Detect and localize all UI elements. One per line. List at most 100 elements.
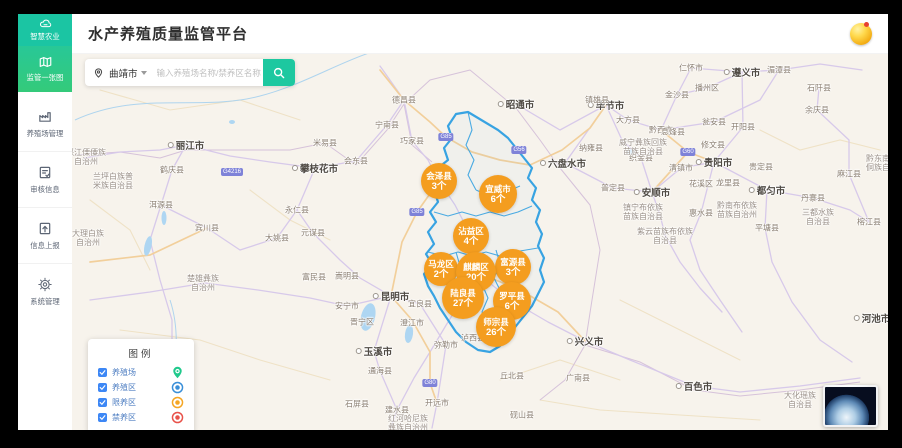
map-label: 贵定县 bbox=[749, 162, 773, 173]
map-label: 嵩明县 bbox=[335, 271, 359, 282]
district-marker[interactable]: 会泽县 3个 bbox=[421, 163, 457, 199]
map-label: 富民县 bbox=[302, 272, 326, 283]
map-label: 巧家县 bbox=[400, 136, 424, 147]
legend-checkbox[interactable] bbox=[98, 383, 107, 392]
district-marker[interactable]: 陆良县 27个 bbox=[442, 277, 484, 319]
map-label: 砚山县 bbox=[510, 410, 534, 421]
sidebar: 智慧农业 监管一张图 养殖场管理 审核信息 信息上报 系统管理 bbox=[18, 14, 72, 430]
sidebar-item-label: 信息上报 bbox=[30, 240, 59, 250]
restricted-zone-ring-icon bbox=[171, 396, 184, 409]
legend-checkbox[interactable] bbox=[98, 398, 107, 407]
map-label: 楚雄彝族自治州 bbox=[187, 274, 219, 292]
map-label: 威宁彝族回族苗族自治县 bbox=[619, 138, 667, 156]
district-marker[interactable]: 师宗县 26个 bbox=[476, 307, 516, 347]
search-input[interactable] bbox=[155, 67, 263, 79]
sidebar-item-audit-info[interactable]: 审核信息 bbox=[18, 151, 72, 207]
sidebar-item-supervision-map[interactable]: 监管一张图 bbox=[18, 46, 72, 92]
map-label: 丹寨县 bbox=[801, 193, 825, 204]
map-label: 瓮安县 bbox=[702, 117, 726, 128]
map-canvas[interactable]: 昭通市丽江市攀枝花市六盘水市毕节市遵义市贵阳市安顺市都匀市昆明市玉溪市临沧市兴义… bbox=[72, 54, 888, 430]
map-label: 花溪区 bbox=[689, 179, 713, 190]
map-icon bbox=[38, 55, 53, 69]
user-avatar[interactable] bbox=[850, 23, 872, 45]
map-label: 怒江傈僳族自治州 bbox=[72, 148, 106, 166]
map-label: 安宁市 bbox=[335, 301, 359, 312]
legend-item-aquaculture-zone: 养殖区 bbox=[98, 380, 184, 395]
map-label: 兰坪白族普米族自治县 bbox=[93, 172, 133, 190]
map-label: 普定县 bbox=[601, 183, 625, 194]
marker-count: 27个 bbox=[453, 298, 473, 309]
map-label: 麻江县 bbox=[837, 169, 861, 180]
map-label: 大理白族自治州 bbox=[72, 229, 104, 247]
district-marker[interactable]: 宣威市 6个 bbox=[479, 175, 517, 213]
screenshot-frame: 水产养殖质量监管平台 bbox=[0, 0, 902, 448]
city-selector[interactable]: 曲靖市 bbox=[109, 66, 147, 80]
search-icon bbox=[272, 66, 286, 80]
map-label: 纳雍县 bbox=[579, 143, 603, 154]
map-label: 播州区 bbox=[695, 83, 719, 94]
app-window: 水产养殖质量监管平台 bbox=[18, 14, 888, 430]
map-label: 元谋县 bbox=[301, 228, 325, 239]
road-badge: G85 bbox=[409, 208, 424, 216]
satellite-layer-thumbnail[interactable] bbox=[823, 385, 878, 427]
map-label: 榕江县 bbox=[857, 217, 881, 228]
map-label: 河池市 bbox=[854, 311, 888, 325]
audit-icon bbox=[37, 165, 53, 180]
map-label: 宜良县 bbox=[408, 299, 432, 310]
road-badge: G85 bbox=[438, 133, 453, 141]
page-title: 水产养殖质量监管平台 bbox=[88, 23, 248, 44]
marker-district-name: 会泽县 bbox=[426, 171, 452, 181]
map-label: 湄潭县 bbox=[767, 65, 791, 76]
legend-item-label: 养殖区 bbox=[112, 382, 171, 393]
marker-count: 3个 bbox=[506, 267, 521, 278]
legend-title: 图例 bbox=[98, 346, 184, 360]
map-label: 石屏县 bbox=[345, 399, 369, 410]
app-logo-label: 智慧农业 bbox=[30, 31, 59, 41]
map-label: 晋宁区 bbox=[350, 317, 374, 328]
sidebar-item-label: 系统管理 bbox=[30, 296, 59, 306]
map-label: 丘北县 bbox=[500, 371, 524, 382]
cloud-icon bbox=[38, 18, 53, 30]
forbidden-zone-ring-icon bbox=[171, 411, 184, 424]
marker-count: 2个 bbox=[434, 269, 449, 280]
map-label: 镇宁布依族苗族自治县 bbox=[623, 203, 663, 221]
map-label: 德昌县 bbox=[392, 95, 416, 106]
map-label: 宾川县 bbox=[195, 223, 219, 234]
map-label: 大姚县 bbox=[265, 233, 289, 244]
marker-district-name: 陆良县 bbox=[450, 288, 476, 298]
sidebar-item-system-management[interactable]: 系统管理 bbox=[18, 263, 72, 319]
map-label: 都匀市 bbox=[749, 183, 786, 197]
map-label: 贵阳市 bbox=[696, 155, 733, 169]
map-label: 龙里县 bbox=[716, 178, 740, 189]
map-label: 百色市 bbox=[676, 379, 713, 393]
legend-checkbox[interactable] bbox=[98, 368, 107, 377]
map-label: 会东县 bbox=[344, 156, 368, 167]
map-label: 大方县 bbox=[616, 115, 640, 126]
chevron-down-icon bbox=[141, 71, 147, 75]
map-label: 修文县 bbox=[701, 140, 725, 151]
marker-count: 26个 bbox=[486, 327, 506, 338]
map-label: 开远市 bbox=[425, 398, 449, 409]
legend-checkbox[interactable] bbox=[98, 413, 107, 422]
map-label: 三都水族自治县 bbox=[802, 208, 834, 226]
map-label: 开阳县 bbox=[731, 122, 755, 133]
sidebar-item-info-report[interactable]: 信息上报 bbox=[18, 207, 72, 263]
location-icon bbox=[93, 67, 104, 79]
map-label: 大化瑶族自治县 bbox=[784, 391, 816, 409]
district-marker[interactable]: 富源县 3个 bbox=[495, 249, 531, 285]
farm-icon bbox=[37, 109, 53, 124]
legend-item-label: 养殖场 bbox=[112, 367, 171, 378]
map-label: 宁南县 bbox=[375, 120, 399, 131]
gear-icon bbox=[37, 277, 53, 292]
map-label: 镇雄县 bbox=[585, 95, 609, 106]
sidebar-item-farm-management[interactable]: 养殖场管理 bbox=[18, 96, 72, 151]
sidebar-active-label: 监管一张图 bbox=[27, 72, 64, 82]
map-label: 通海县 bbox=[368, 366, 392, 377]
map-label: 攀枝花市 bbox=[292, 161, 338, 175]
sidebar-item-label: 审核信息 bbox=[30, 184, 59, 194]
district-marker[interactable]: 沾益区 4个 bbox=[453, 218, 489, 254]
legend-item-label: 限养区 bbox=[112, 397, 171, 408]
map-label: 黔南布依族苗族自治州 bbox=[717, 201, 757, 219]
legend-panel: 图例 养殖场 养殖区 bbox=[88, 339, 194, 430]
search-button[interactable] bbox=[263, 59, 295, 86]
